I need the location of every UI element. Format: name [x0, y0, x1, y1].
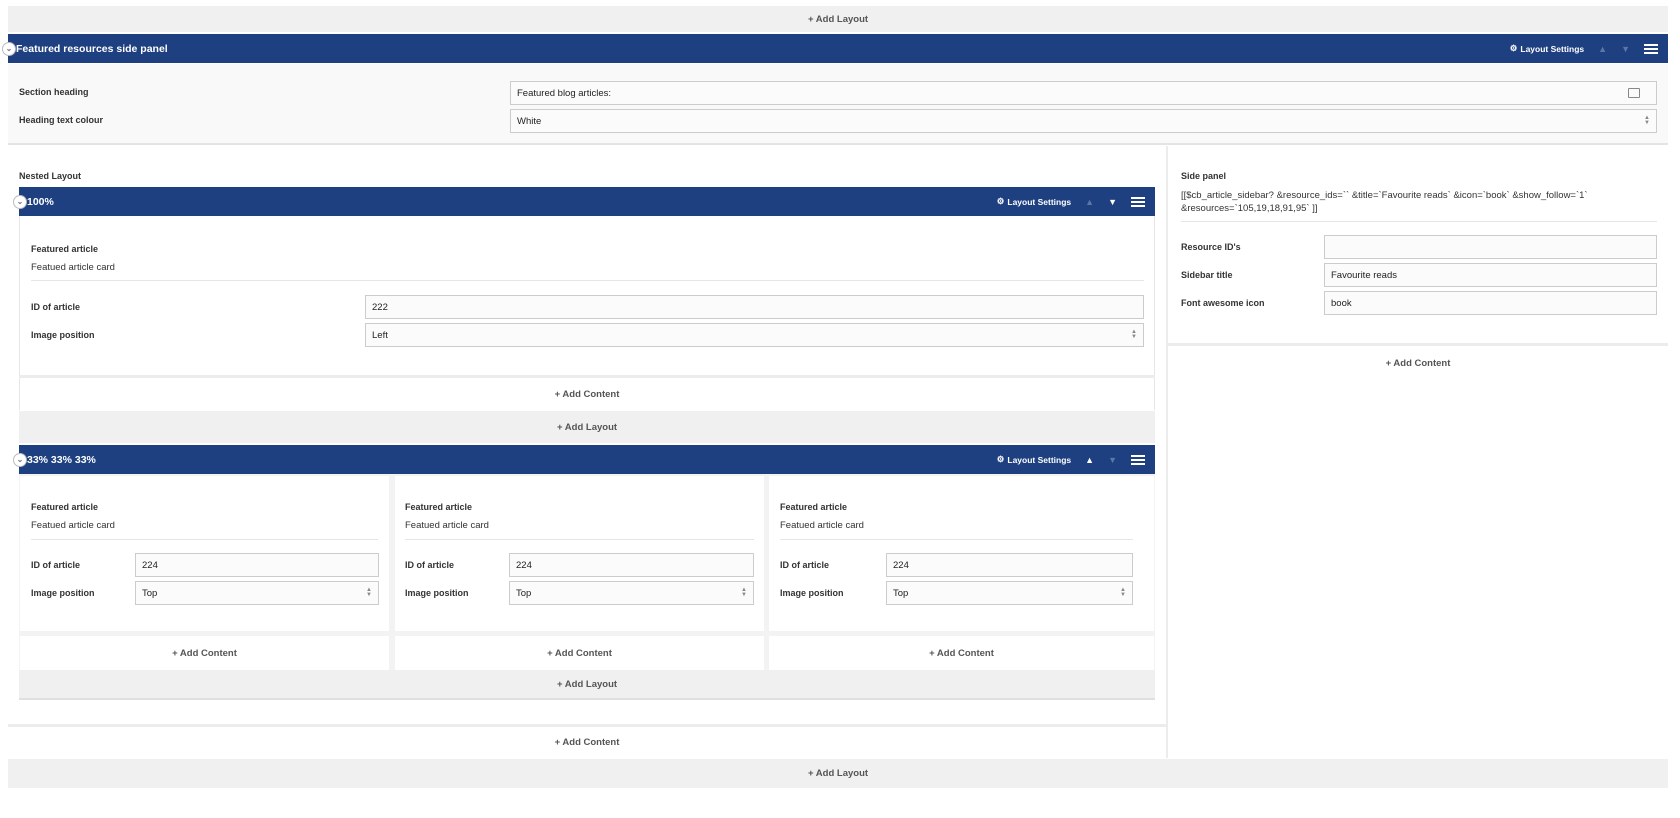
sidebar-title-input[interactable]: Favourite reads — [1324, 263, 1657, 287]
card-subtitle: Featued article card — [780, 520, 864, 531]
divider — [405, 539, 754, 540]
col2-add-content[interactable]: + Add Content — [395, 636, 764, 670]
row1-add-content[interactable]: + Add Content — [19, 378, 1155, 410]
nested-layout-label: Nested Layout — [19, 171, 82, 181]
row1-layout-header: ⌄ 100% ⚙ Layout Settings ▲ ▼ — [13, 187, 1155, 216]
heading-colour-label: Heading text colour — [19, 115, 104, 125]
outer-layout-header: ⌄ Featured resources side panel ⚙ Layout … — [2, 34, 1668, 63]
layout-settings-button[interactable]: ⚙ Layout Settings — [997, 454, 1071, 465]
image-position-select[interactable]: Top ▲ ▼ — [509, 581, 754, 605]
section-heading-label: Section heading — [19, 87, 89, 97]
id-of-article-input[interactable]: 222 — [365, 295, 1144, 319]
outer-layout-title: Featured resources side panel — [16, 42, 168, 55]
section-heading-field[interactable]: Featured blog articles: — [510, 81, 1657, 105]
select-arrows-icon: ▲ ▼ — [741, 587, 747, 598]
card-title: Featured article — [31, 502, 99, 512]
card-subtitle: Featued article card — [31, 520, 115, 531]
side-panel-code-line2: &resources=`105,19,18,91,95` ]] — [1181, 203, 1318, 214]
menu-icon[interactable] — [1131, 196, 1145, 207]
layout-settings-button[interactable]: ⚙ Layout Settings — [1510, 43, 1584, 54]
gutter — [764, 636, 769, 670]
id-of-article-input[interactable]: 224 — [135, 553, 379, 577]
select-arrows-icon: ▲ ▼ — [1120, 587, 1126, 598]
id-of-article-label: ID of article — [405, 560, 455, 570]
id-of-article-label: ID of article — [31, 560, 81, 570]
heading-colour-select[interactable]: White ▲ ▼ — [510, 109, 1657, 133]
side-add-content[interactable]: + Add Content — [1168, 348, 1668, 378]
card-subtitle: Featued article card — [31, 262, 115, 273]
row2-add-layout[interactable]: + Add Layout — [19, 670, 1155, 700]
column-divider — [1166, 146, 1168, 758]
move-down-icon[interactable]: ▼ — [1108, 455, 1117, 465]
nested-add-content[interactable]: + Add Content — [8, 727, 1166, 757]
gutter — [1154, 636, 1155, 670]
collapse-toggle-icon[interactable]: ⌄ — [13, 452, 27, 467]
image-position-select[interactable]: Top ▲ ▼ — [135, 581, 379, 605]
divider — [1181, 221, 1657, 222]
id-of-article-input[interactable]: 224 — [886, 553, 1133, 577]
gear-icon: ⚙ — [996, 454, 1005, 464]
card-title: Featured article — [780, 502, 848, 512]
gutter — [19, 636, 20, 670]
row1-add-layout[interactable]: + Add Layout — [19, 411, 1155, 443]
menu-icon[interactable] — [1131, 454, 1145, 465]
input-helper-icon[interactable] — [1628, 88, 1640, 98]
card-title: Featured article — [405, 502, 473, 512]
collapse-toggle-icon[interactable]: ⌄ — [13, 194, 27, 209]
image-position-label: Image position — [31, 330, 95, 340]
move-down-icon[interactable]: ▼ — [1108, 197, 1117, 207]
layout-settings-button[interactable]: ⚙ Layout Settings — [997, 196, 1071, 207]
side-panel-label: Side panel — [1181, 171, 1227, 181]
divider — [31, 539, 378, 540]
sidebar-title-label: Sidebar title — [1181, 270, 1233, 280]
resource-ids-input[interactable] — [1324, 235, 1657, 259]
card-title: Featured article — [31, 244, 99, 254]
move-up-icon[interactable]: ▲ — [1085, 455, 1094, 465]
font-awesome-icon-input[interactable]: book — [1324, 291, 1657, 315]
id-of-article-input[interactable]: 224 — [509, 553, 754, 577]
image-position-label: Image position — [31, 588, 95, 598]
row2-layout-title: 33% 33% 33% — [27, 453, 96, 466]
divider — [31, 280, 1144, 281]
image-position-label: Image position — [405, 588, 469, 598]
move-up-icon[interactable]: ▲ — [1598, 44, 1607, 54]
divider — [1168, 343, 1668, 346]
divider — [780, 539, 1133, 540]
col1-add-content[interactable]: + Add Content — [20, 636, 389, 670]
image-position-select[interactable]: Top ▲ ▼ — [886, 581, 1133, 605]
move-down-icon[interactable]: ▼ — [1621, 44, 1630, 54]
select-arrows-icon: ▲ ▼ — [1131, 329, 1137, 340]
move-up-icon[interactable]: ▲ — [1085, 197, 1094, 207]
add-layout-bottom[interactable]: + Add Layout — [8, 759, 1668, 788]
id-of-article-label: ID of article — [780, 560, 830, 570]
menu-icon[interactable] — [1644, 43, 1658, 54]
collapse-toggle-icon[interactable]: ⌄ — [2, 41, 16, 56]
add-layout-top[interactable]: + Add Layout — [8, 6, 1668, 32]
col3-add-content[interactable]: + Add Content — [769, 636, 1154, 670]
select-arrows-icon: ▲ ▼ — [366, 587, 372, 598]
gutter — [389, 636, 395, 670]
gear-icon: ⚙ — [996, 196, 1005, 206]
row2-layout-header: ⌄ 33% 33% 33% ⚙ Layout Settings ▲ ▼ — [13, 445, 1155, 474]
font-awesome-icon-label: Font awesome icon — [1181, 298, 1265, 308]
image-position-select[interactable]: Left ▲ ▼ — [365, 323, 1144, 347]
side-panel-code-line1: [[$cb_article_sidebar? &resource_ids=`` … — [1181, 190, 1588, 201]
card-subtitle: Featued article card — [405, 520, 489, 531]
id-of-article-label: ID of article — [31, 302, 81, 312]
image-position-label: Image position — [780, 588, 844, 598]
select-arrows-icon: ▲ ▼ — [1644, 115, 1650, 126]
resource-ids-label: Resource ID's — [1181, 242, 1241, 252]
gear-icon: ⚙ — [1509, 43, 1518, 53]
